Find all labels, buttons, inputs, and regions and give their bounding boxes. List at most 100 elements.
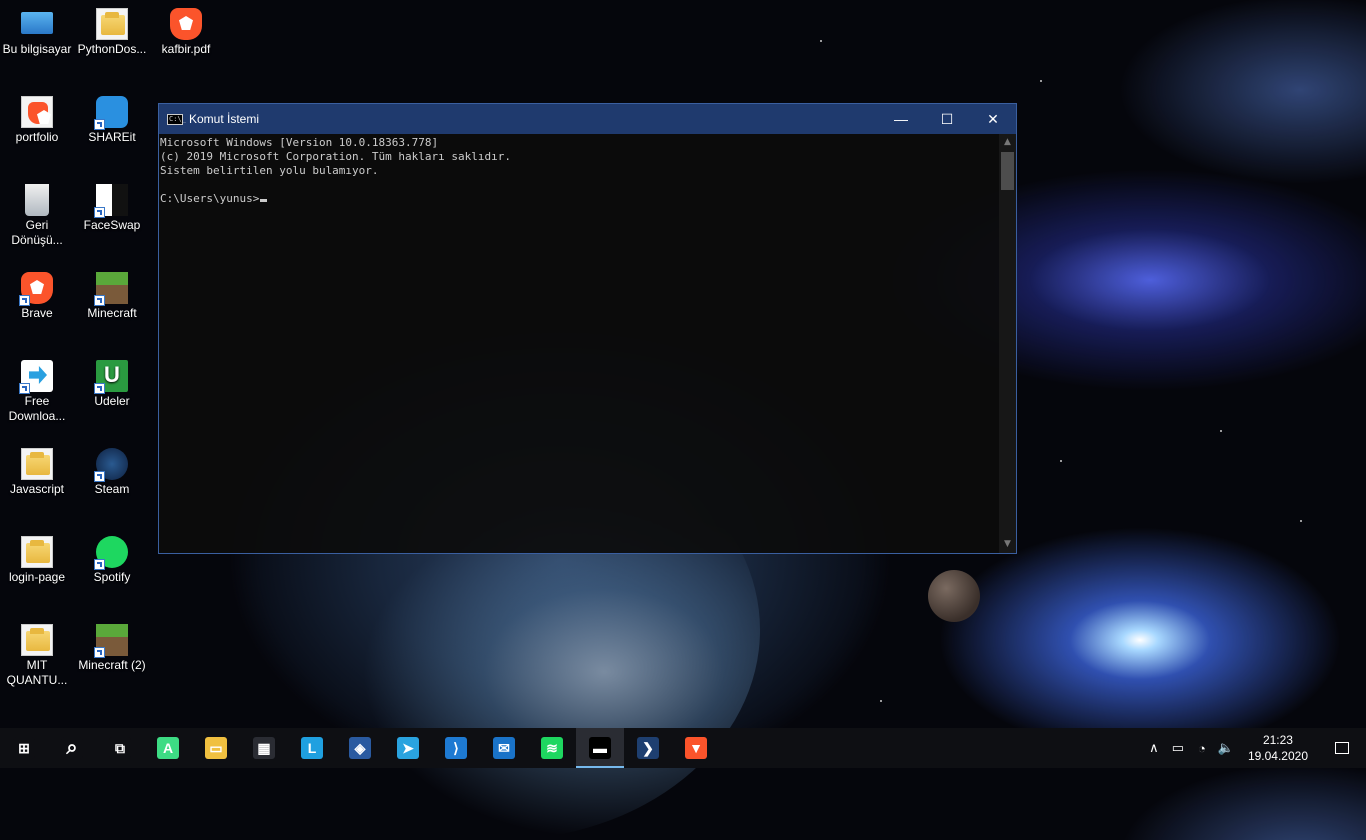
desktop-icon-label: FaceSwap xyxy=(83,218,141,232)
l-app-button[interactable]: L xyxy=(288,728,336,768)
shareit-icon xyxy=(94,96,128,130)
desktop-icon-login-page[interactable]: login-page xyxy=(0,536,76,585)
scrollbar-thumb[interactable] xyxy=(1001,152,1014,190)
desktop-icon-label: Javascript xyxy=(9,482,65,496)
desktop-icon-label: Udeler xyxy=(94,394,130,408)
star xyxy=(880,700,882,702)
desktop-icon-label: Geri Dönüşü... xyxy=(11,218,63,247)
recycle-bin-icon xyxy=(25,184,49,216)
desktop-icon-mit-quantum[interactable]: MIT QUANTU... xyxy=(0,624,76,688)
vertical-scrollbar[interactable]: ▲ ▼ xyxy=(999,134,1016,553)
desktop-icon-minecraft-2[interactable]: Minecraft (2) xyxy=(73,624,151,673)
system-tray: ∧ ▭ ◔ 🔈 21:23 19.04.2020 xyxy=(1142,728,1366,768)
cmd-titlebar[interactable]: C:\_ Komut İstemi — ☐ ✕ xyxy=(159,104,1016,134)
brave-button[interactable]: ▼ xyxy=(672,728,720,768)
desktop-icon-label: Free Downloa... xyxy=(8,394,66,423)
desktop-icon-pythondos[interactable]: PythonDos... xyxy=(73,8,151,57)
shortcut-arrow-icon xyxy=(94,471,105,482)
cmd-app-icon[interactable]: C:\_ xyxy=(167,113,186,125)
clock[interactable]: 21:23 19.04.2020 xyxy=(1248,732,1308,764)
desktop-icon-recycle-bin[interactable]: Geri Dönüşü... xyxy=(0,184,76,248)
desktop-icon-free-download-manager[interactable]: Free Downloa... xyxy=(0,360,76,424)
android-studio-button[interactable]: A xyxy=(144,728,192,768)
desktop-icon-brave[interactable]: Brave xyxy=(0,272,76,321)
minimize-button[interactable]: — xyxy=(878,104,924,134)
desktop-icon-faceswap[interactable]: FaceSwap xyxy=(73,184,151,233)
desktop-icon-portfolio[interactable]: portfolio xyxy=(0,96,76,145)
vscode-icon: ⟩ xyxy=(445,737,467,759)
console-line: (c) 2019 Microsoft Corporation. Tüm hakl… xyxy=(160,150,511,163)
desktop-icon-label: Minecraft xyxy=(87,306,137,320)
desktop-icon-javascript[interactable]: Javascript xyxy=(0,448,76,497)
faceswap-icon xyxy=(94,184,128,218)
cmd-console-output[interactable]: Microsoft Windows [Version 10.0.18363.77… xyxy=(159,134,999,553)
shortcut-arrow-icon xyxy=(94,647,105,658)
clock-time: 21:23 xyxy=(1262,733,1293,747)
mail-icon: ✉ xyxy=(493,737,515,759)
file-explorer-icon: ▭ xyxy=(205,737,227,759)
desktop-icon-kafbir-pdf[interactable]: kafbir.pdf xyxy=(147,8,225,57)
brave-icon: ▼ xyxy=(685,737,707,759)
shortcut-arrow-icon xyxy=(19,383,30,394)
shortcut-arrow-icon xyxy=(94,119,105,130)
console-line: Sistem belirtilen yolu bulamıyor. xyxy=(160,164,379,177)
virtualbox-icon: ◈ xyxy=(349,737,371,759)
desktop-icon-spotify[interactable]: Spotify xyxy=(73,536,151,585)
desktop-icon-label: Steam xyxy=(94,482,130,496)
desktop-icon-bu-bilgisayar[interactable]: Bu bilgisayar xyxy=(0,8,76,57)
folder-icon xyxy=(21,624,53,656)
cmd-button[interactable]: ▬ xyxy=(576,728,624,768)
udeler-icon: U xyxy=(94,360,128,394)
folder-icon xyxy=(96,8,128,40)
maximize-button[interactable]: ☐ xyxy=(924,104,970,134)
network-icon[interactable]: ◔ xyxy=(1190,741,1214,756)
desktop-icon-label: portfolio xyxy=(15,130,59,144)
cmd-window-title: Komut İstemi xyxy=(189,112,260,126)
file-explorer-button[interactable]: ▭ xyxy=(192,728,240,768)
minecraft-icon xyxy=(94,272,128,306)
powershell-button[interactable]: ❯ xyxy=(624,728,672,768)
brave-icon xyxy=(19,272,53,306)
volume-icon[interactable]: 🔈 xyxy=(1214,740,1238,756)
scroll-down-icon[interactable]: ▼ xyxy=(999,536,1016,553)
star xyxy=(820,40,822,42)
computer-icon xyxy=(21,12,53,34)
desktop-icon-shareit[interactable]: SHAREit xyxy=(73,96,151,145)
shortcut-arrow-icon xyxy=(94,383,105,394)
steam-icon xyxy=(94,448,128,482)
shortcut-arrow-icon xyxy=(94,207,105,218)
action-center-icon[interactable] xyxy=(1318,728,1366,768)
telegram-icon: ➤ xyxy=(397,737,419,759)
close-button[interactable]: ✕ xyxy=(970,104,1016,134)
show-hidden-icons-chevron-icon[interactable]: ∧ xyxy=(1142,740,1166,756)
spotify-button[interactable]: ≋ xyxy=(528,728,576,768)
desktop-icon-label: Minecraft (2) xyxy=(78,658,146,672)
folder-icon xyxy=(21,448,53,480)
desktop-icon-udeler[interactable]: U Udeler xyxy=(73,360,151,409)
search-button[interactable]: ⌕ xyxy=(48,728,96,768)
microsoft-store-button[interactable]: ▦ xyxy=(240,728,288,768)
shortcut-arrow-icon xyxy=(19,295,30,306)
l-app-icon: L xyxy=(301,737,323,759)
brave-pdf-icon xyxy=(170,8,202,40)
scroll-up-icon[interactable]: ▲ xyxy=(999,134,1016,151)
start-button[interactable]: ⊞ xyxy=(0,728,48,768)
cmd-window[interactable]: C:\_ Komut İstemi — ☐ ✕ Microsoft Window… xyxy=(158,103,1017,554)
spotify-icon: ≋ xyxy=(541,737,563,759)
telegram-button[interactable]: ➤ xyxy=(384,728,432,768)
spotify-icon xyxy=(94,536,128,570)
vscode-button[interactable]: ⟩ xyxy=(432,728,480,768)
task-view-button[interactable]: ⧉ xyxy=(96,728,144,768)
desktop-icon-steam[interactable]: Steam xyxy=(73,448,151,497)
desktop-icon-minecraft[interactable]: Minecraft xyxy=(73,272,151,321)
mail-button[interactable]: ✉ xyxy=(480,728,528,768)
free-download-manager-icon xyxy=(19,360,53,394)
task-view-icon: ⧉ xyxy=(109,737,131,759)
virtualbox-button[interactable]: ◈ xyxy=(336,728,384,768)
text-cursor xyxy=(260,199,268,202)
star xyxy=(1040,80,1042,82)
console-prompt-line[interactable]: C:\Users\yunus> xyxy=(160,192,999,206)
start-icon: ⊞ xyxy=(13,737,35,759)
battery-icon[interactable]: ▭ xyxy=(1166,740,1190,756)
